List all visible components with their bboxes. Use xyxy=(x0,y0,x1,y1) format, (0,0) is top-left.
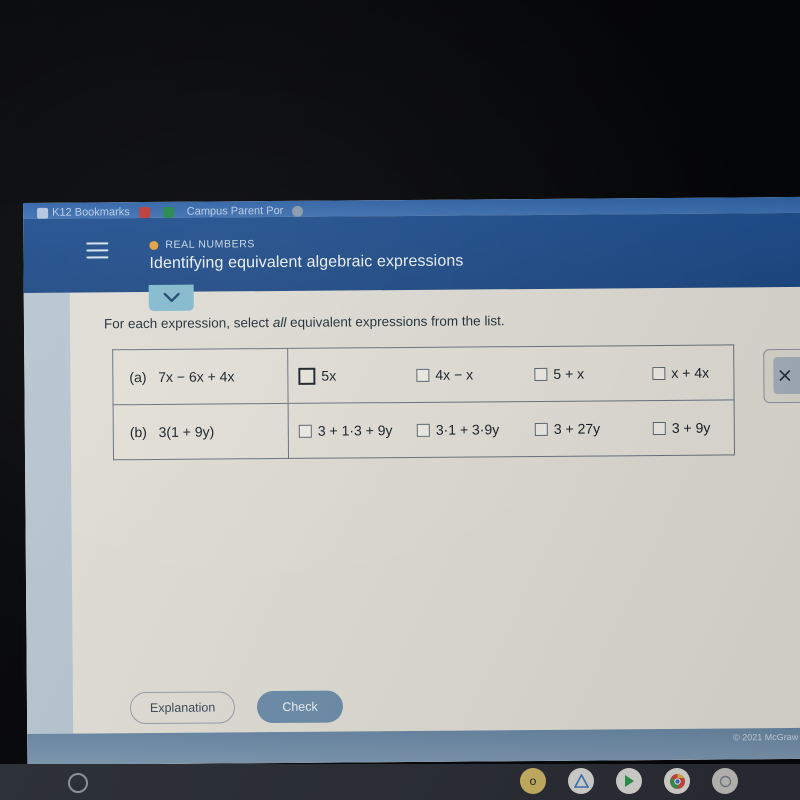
option-label: 5x xyxy=(321,367,337,384)
folder-icon xyxy=(37,207,49,219)
table-row: (b) 3(1 + 9y) 3 + 1·3 + 9y 3·1 + 3·9y 3 … xyxy=(113,399,735,460)
footer-actions: Explanation Check xyxy=(129,690,343,725)
option-label: 5 + x xyxy=(553,365,585,382)
bookmark-item[interactable] xyxy=(292,205,307,217)
globe-icon xyxy=(292,205,304,217)
chrome-icon[interactable] xyxy=(664,768,690,794)
topic-kicker: REAL NUMBERS xyxy=(149,238,255,251)
row-label: (a) xyxy=(129,369,147,386)
app-header: REAL NUMBERS Identifying equivalent alge… xyxy=(23,212,800,293)
taskbar-items: o xyxy=(520,768,738,794)
prompt-text-before: For each expression, select xyxy=(103,315,273,332)
row-options-cell: 3 + 1·3 + 9y 3·1 + 3·9y 3 + 27y 3 + 9y xyxy=(288,399,735,459)
bookmark-label: Campus Parent Por xyxy=(186,204,284,218)
checkbox[interactable] xyxy=(652,421,666,435)
checkbox[interactable] xyxy=(652,366,666,380)
answer-table: (a) 7x − 6x + 4x 5x 4x − x 5 + x x + 4x … xyxy=(112,344,736,461)
page-title: Identifying equivalent algebraic express… xyxy=(149,252,464,273)
photo-of-laptop-screen: K12 Bookmarks Campus Parent Por REAL NUM… xyxy=(0,0,800,800)
option-label: 3·1 + 3·9y xyxy=(435,421,500,438)
option-label: 3 + 1·3 + 9y xyxy=(317,422,393,439)
laptop-screen: K12 Bookmarks Campus Parent Por REAL NUM… xyxy=(23,196,800,765)
option-choice[interactable]: 4x − x xyxy=(416,366,534,383)
checkbox[interactable] xyxy=(416,423,430,437)
option-choice[interactable]: 5x xyxy=(298,366,416,385)
hamburger-icon[interactable] xyxy=(86,242,109,259)
checkbox[interactable] xyxy=(298,367,316,385)
checkbox[interactable] xyxy=(534,422,548,436)
dark-background-area xyxy=(0,0,800,203)
launcher-circle-icon[interactable] xyxy=(68,773,88,793)
bookmark-item[interactable]: K12 Bookmarks xyxy=(37,206,130,219)
row-options-cell: 5x 4x − x 5 + x x + 4x xyxy=(287,344,735,404)
checkbox[interactable] xyxy=(298,424,312,438)
drive-icon[interactable] xyxy=(568,768,594,794)
expand-panel-tab[interactable] xyxy=(148,284,194,312)
gmail-icon xyxy=(138,207,150,219)
exercise-content: For each expression, select all equivale… xyxy=(23,286,800,765)
side-panel xyxy=(763,348,800,404)
option-label: 3 + 27y xyxy=(553,420,601,437)
checkbox[interactable] xyxy=(416,368,430,382)
messages-icon xyxy=(162,206,174,218)
option-choice[interactable]: 3 + 27y xyxy=(534,420,653,437)
option-choice[interactable]: 5 + x xyxy=(534,365,652,382)
left-rail xyxy=(23,292,74,765)
play-store-icon[interactable] xyxy=(616,768,642,794)
table-row: (a) 7x − 6x + 4x 5x 4x − x 5 + x x + 4x xyxy=(112,344,735,405)
row-expression-cell: (b) 3(1 + 9y) xyxy=(113,403,289,460)
bookmark-item[interactable]: Campus Parent Por xyxy=(187,205,284,218)
row-expression-cell: (a) 7x − 6x + 4x xyxy=(112,348,289,405)
os-taskbar: o xyxy=(0,764,800,800)
row-expression: 7x − 6x + 4x xyxy=(158,368,235,385)
option-choice[interactable]: x + 4x xyxy=(652,365,709,381)
check-button[interactable]: Check xyxy=(257,690,343,724)
bookmark-item[interactable] xyxy=(162,206,178,218)
bookmark-label: K12 Bookmarks xyxy=(52,206,130,219)
options-row: 5x 4x − x 5 + x x + 4x xyxy=(298,364,723,385)
copyright-text: © 2021 McGraw xyxy=(733,731,799,743)
close-x-icon xyxy=(779,370,791,381)
explanation-button[interactable]: Explanation xyxy=(129,691,236,725)
assistant-icon[interactable]: o xyxy=(520,768,546,794)
option-choice[interactable]: 3·1 + 3·9y xyxy=(416,421,535,438)
app-icon[interactable] xyxy=(712,768,738,794)
option-choice[interactable]: 3 + 1·3 + 9y xyxy=(298,422,417,439)
topic-kicker-label: REAL NUMBERS xyxy=(165,238,256,251)
screen-bezel-left xyxy=(0,203,23,765)
option-label: x + 4x xyxy=(671,364,710,381)
chevron-down-icon xyxy=(163,292,180,303)
bookmark-item[interactable] xyxy=(138,207,154,219)
row-label: (b) xyxy=(129,424,147,441)
footer-bar: © 2021 McGraw xyxy=(27,727,800,765)
close-panel-button[interactable] xyxy=(773,356,800,395)
prompt-emphasis: all xyxy=(272,314,287,331)
question-prompt: For each expression, select all equivale… xyxy=(104,313,505,331)
topic-dot-icon xyxy=(149,240,159,250)
option-label: 3 + 9y xyxy=(671,419,711,436)
prompt-text-after: equivalent expressions from the list. xyxy=(286,313,505,330)
options-row: 3 + 1·3 + 9y 3·1 + 3·9y 3 + 27y 3 + 9y xyxy=(298,419,724,439)
checkbox[interactable] xyxy=(534,367,548,381)
row-expression: 3(1 + 9y) xyxy=(158,423,215,440)
option-choice[interactable]: 3 + 9y xyxy=(652,419,711,436)
option-label: 4x − x xyxy=(435,366,474,383)
